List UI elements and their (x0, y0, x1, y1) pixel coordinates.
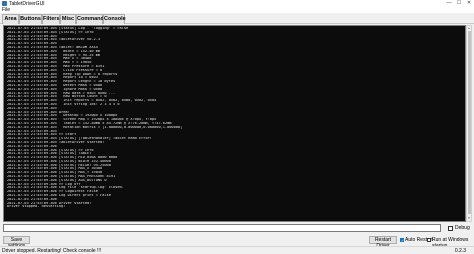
tab-buttons[interactable]: Buttons (19, 14, 42, 24)
app-icon (2, 1, 7, 6)
console-scrollbar[interactable]: ▲ ▼ (466, 25, 472, 222)
command-row: Debug (3, 224, 473, 232)
maximize-icon[interactable]: ☐ (454, 0, 464, 7)
tab-misc[interactable]: Misc (60, 14, 76, 24)
run-at-startup-checkbox[interactable] (427, 238, 431, 242)
window-title: TabletDriverGUI (9, 0, 45, 7)
close-icon[interactable]: ✕ (464, 0, 474, 7)
tab-area[interactable]: Area (2, 14, 19, 24)
tab-console[interactable]: Console (103, 14, 126, 24)
title-bar: TabletDriverGUI — ☐ ✕ (0, 0, 474, 7)
console-output[interactable]: 2021-07-03 21:45:09.304 [Status] Log - '… (3, 25, 466, 222)
save-settings-button[interactable]: Save settings (3, 236, 30, 249)
scroll-thumb[interactable] (467, 31, 471, 214)
tab-commands[interactable]: Commands (76, 14, 107, 24)
auto-restart-checkbox[interactable]: ✓ (400, 238, 404, 243)
debug-checkbox[interactable] (448, 225, 453, 231)
minimize-icon[interactable]: — (444, 0, 454, 7)
tab-bar: Area Buttons Filters Misc Commands Conso… (0, 13, 474, 24)
restart-driver-button[interactable]: Restart Driver (369, 236, 397, 249)
console-lines: 2021-07-03 21:45:09.304 [Status] Log - '… (7, 27, 459, 209)
status-text: Driver stopped. Restarting! Check consol… (2, 248, 102, 254)
status-bar: Driver stopped. Restarting! Check consol… (0, 246, 474, 254)
bottom-bar: Save settings Restart Driver ✓ Auto Rest… (0, 234, 474, 249)
scroll-down-icon[interactable]: ▼ (467, 216, 471, 221)
tab-filters[interactable]: Filters (42, 14, 60, 24)
console-line: Driver stopped. Restarting! (7, 205, 66, 209)
command-input[interactable] (3, 224, 441, 232)
version-text: 0.2.3 (454, 248, 466, 254)
debug-label: Debug (455, 225, 470, 231)
